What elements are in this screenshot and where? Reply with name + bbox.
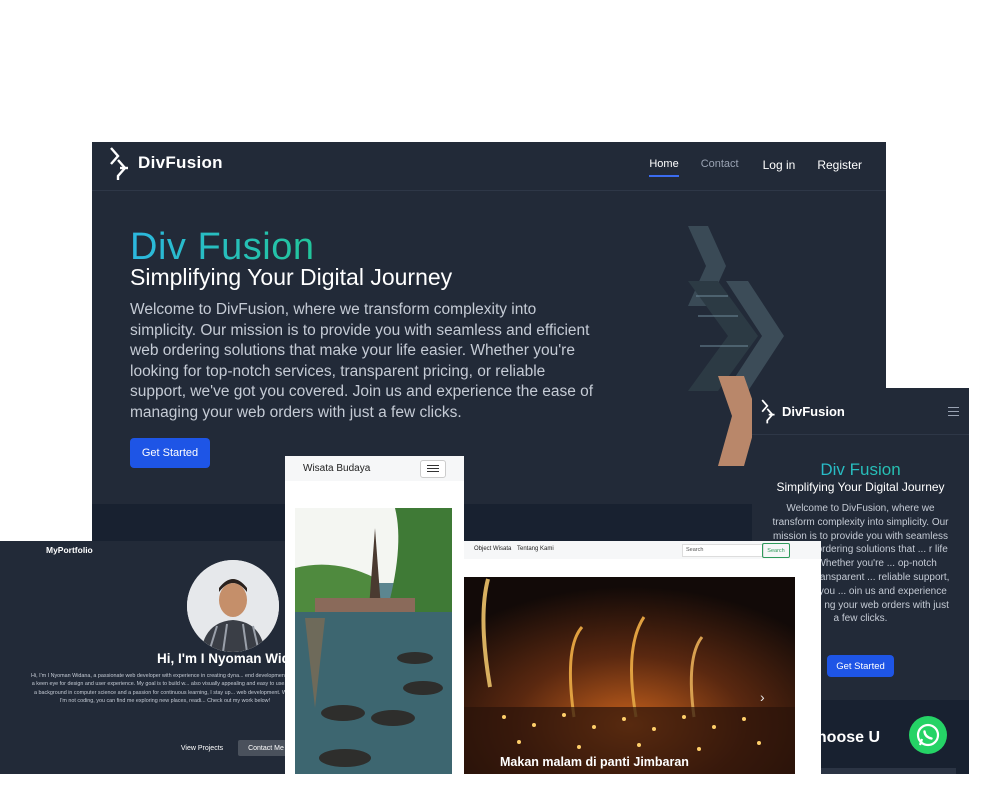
- nav-register-link[interactable]: Register: [817, 158, 862, 172]
- hamburger-icon[interactable]: [948, 407, 959, 419]
- search-button[interactable]: Search: [762, 543, 790, 558]
- hero-subtitle: Simplifying Your Digital Journey: [130, 264, 453, 290]
- contact-me-button[interactable]: Contact Me: [238, 740, 292, 756]
- wisata-phone-title[interactable]: Wisata Budaya: [303, 463, 370, 474]
- nav-contact-link[interactable]: Contact: [701, 158, 739, 172]
- desktop-navbar: DivFusion Home Contact Log in Register: [92, 142, 886, 191]
- nav-home-link[interactable]: Home: [649, 158, 680, 177]
- water-garden-image: [295, 508, 452, 774]
- hero-description: Welcome to DivFusion, where we transform…: [130, 301, 594, 421]
- carousel-image: [464, 577, 795, 774]
- jimbaran-dinner-photo: [464, 577, 795, 774]
- get-started-button[interactable]: Get Started: [130, 438, 210, 468]
- mobile-navbar: DivFusion: [752, 388, 969, 435]
- portfolio-mockup: MyPortfolio Hi, I'm I Nyoman Wid Hi, I'm…: [0, 541, 292, 774]
- mobile-brand[interactable]: DivFusion: [760, 394, 845, 428]
- mobile-hero-title: Div Fusion: [752, 460, 969, 480]
- view-projects-button[interactable]: View Projects: [172, 740, 232, 756]
- desktop-brand-text: DivFusion: [138, 153, 223, 172]
- mobile-brand-text: DivFusion: [782, 403, 845, 419]
- avatar: [187, 560, 279, 652]
- portfolio-logo[interactable]: MyPortfolio: [46, 545, 93, 555]
- hamburger-icon[interactable]: [420, 460, 446, 478]
- portfolio-heading: Hi, I'm I Nyoman Wid: [157, 651, 290, 666]
- search-input[interactable]: Search: [682, 544, 764, 557]
- wisata-phone-mockup: Wisata Budaya: [285, 456, 464, 774]
- avatar-photo: [187, 560, 279, 652]
- whatsapp-icon: [916, 723, 940, 747]
- portfolio-bio: Hi, I'm I Nyoman Widana, a passionate we…: [30, 673, 292, 704]
- whatsapp-button[interactable]: [909, 716, 947, 754]
- water-temple-photo: [295, 508, 452, 774]
- wisata-navbar: a Object Wisata Tentang Kami Search Sear…: [456, 541, 821, 559]
- nav-object-wisata[interactable]: Object Wisata: [474, 546, 511, 552]
- mobile-hero-subtitle: Simplifying Your Digital Journey: [776, 480, 945, 494]
- chevron-right-icon[interactable]: ›: [760, 689, 765, 705]
- desktop-nav-links: Home Contact Log in Register: [649, 158, 862, 177]
- divfusion-logo-icon: [761, 399, 775, 424]
- search-placeholder: Search: [686, 547, 704, 553]
- desktop-brand[interactable]: DivFusion: [108, 146, 223, 180]
- hero-title: Div Fusion: [130, 226, 315, 268]
- divfusion-logo-icon: [110, 147, 128, 180]
- mobile-get-started-button[interactable]: Get Started: [827, 655, 894, 677]
- wisata-landscape-mockup: a Object Wisata Tentang Kami Search Sear…: [456, 541, 821, 774]
- nav-login-link[interactable]: Log in: [763, 158, 796, 172]
- carousel-caption: Makan malam di panti Jimbaran: [500, 755, 689, 769]
- nav-tentang-kami[interactable]: Tentang Kami: [517, 546, 554, 552]
